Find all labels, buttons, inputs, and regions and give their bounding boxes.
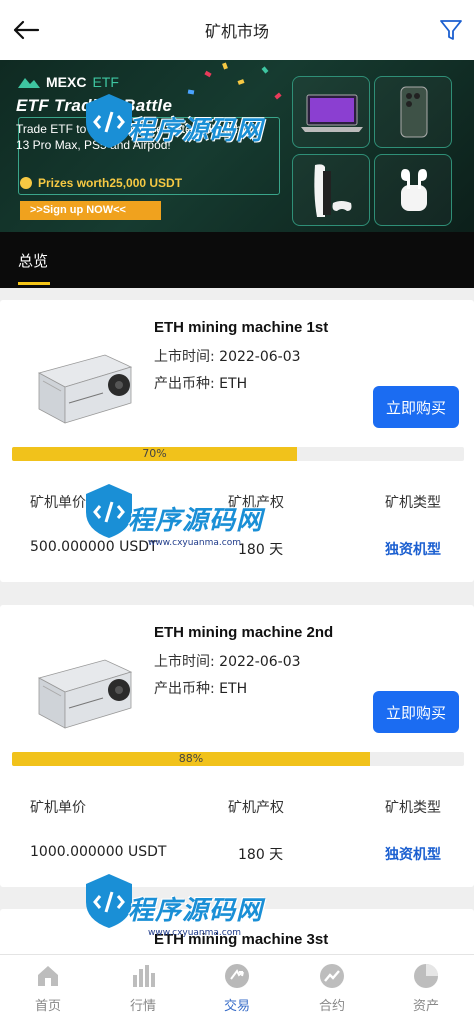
- output-coin-label: 产出币种:: [154, 681, 215, 697]
- ownership-value: 180 天: [238, 847, 284, 863]
- nav-trade-label: 交易: [223, 999, 250, 1014]
- earbuds-prize-tile: [374, 154, 452, 226]
- machine-card: ETH mining machine 1st 上市时间: 2022-06-03 …: [0, 300, 474, 582]
- laptop-prize-tile: [292, 76, 370, 148]
- contract-icon: [320, 964, 344, 988]
- back-arrow-icon[interactable]: [12, 18, 40, 42]
- type-label: 矿机类型: [385, 495, 441, 511]
- active-tab-indicator: [18, 282, 50, 285]
- buy-now-button[interactable]: 立即购买: [373, 386, 459, 428]
- nav-assets-label: 资产: [412, 999, 439, 1014]
- machine-name: ETH mining machine 1st: [154, 319, 329, 336]
- output-coin-row: 产出币种: ETH: [154, 678, 247, 698]
- machine-name: ETH mining machine 3st: [154, 931, 329, 948]
- nav-market[interactable]: 行情: [103, 963, 183, 1014]
- mexc-logo: MEXC ETF: [18, 74, 119, 90]
- phone-prize-tile: [374, 76, 452, 148]
- mining-machine-image: [37, 354, 133, 424]
- banner-prize: Prizes worth25,000 USDT: [20, 176, 182, 190]
- nav-contract-label: 合约: [318, 999, 345, 1014]
- banner-headline: ETF Trading Battle: [16, 96, 173, 115]
- output-coin-row: 产出币种: ETH: [154, 373, 247, 393]
- tab-overview[interactable]: 总览: [18, 250, 48, 271]
- promo-banner[interactable]: MEXC ETF ETF Trading Battle Trade ETF to…: [0, 60, 474, 232]
- mexc-mountain-icon: [18, 78, 40, 88]
- output-coin-value: ETH: [219, 681, 248, 697]
- type-label: 矿机类型: [385, 800, 441, 816]
- output-coin-label: 产出币种:: [154, 376, 215, 392]
- listed-time-label: 上市时间:: [154, 654, 215, 670]
- nav-home-label: 首页: [34, 999, 61, 1014]
- machine-card: ETH mining machine 2nd 上市时间: 2022-06-03 …: [0, 605, 474, 887]
- unit-price-value: 500.000000 USDT: [30, 539, 158, 555]
- prize-text: Prizes worth25,000 USDT: [38, 176, 183, 190]
- unit-price-label: 矿机单价: [30, 495, 86, 511]
- nav-contract[interactable]: 合约: [292, 963, 372, 1014]
- nav-assets[interactable]: 资产: [386, 963, 466, 1014]
- brand-suffix: ETF: [92, 74, 119, 90]
- bottom-navigation: 首页 行情 交易 合约 资产: [0, 954, 474, 1024]
- app-header: 矿机市场: [0, 0, 474, 60]
- listed-time-row: 上市时间: 2022-06-03: [154, 651, 301, 671]
- nav-home[interactable]: 首页: [8, 963, 88, 1014]
- phone-icon: [400, 86, 428, 138]
- listed-time-value: 2022-06-03: [219, 654, 301, 670]
- nav-trade[interactable]: 交易: [197, 963, 277, 1014]
- progress-bar: 88%: [12, 752, 464, 766]
- type-value: 独资机型: [385, 847, 441, 863]
- unit-price-label: 矿机单价: [30, 800, 86, 816]
- ownership-label: 矿机产权: [228, 800, 284, 816]
- console-icon: [314, 164, 352, 217]
- home-icon: [38, 966, 58, 986]
- pie-icon: [414, 964, 438, 988]
- banner-description: Trade ETF to win Hardware Notebook, iPho…: [16, 122, 262, 152]
- buy-now-button[interactable]: 立即购买: [373, 691, 459, 733]
- ownership-value: 180 天: [238, 542, 284, 558]
- listed-time-value: 2022-06-03: [219, 349, 301, 365]
- laptop-icon: [301, 94, 363, 132]
- machine-name: ETH mining machine 2nd: [154, 624, 334, 641]
- page-title: 矿机市场: [204, 22, 269, 41]
- listed-time-label: 上市时间:: [154, 349, 215, 365]
- coin-icon: [20, 177, 32, 189]
- console-prize-tile: [292, 154, 370, 226]
- ownership-label: 矿机产权: [228, 495, 284, 511]
- progress-percent: 88%: [178, 752, 204, 765]
- mining-machine-image: [37, 659, 133, 729]
- unit-price-value: 1000.000000 USDT: [30, 844, 167, 860]
- filter-icon[interactable]: [438, 17, 464, 43]
- output-coin-value: ETH: [219, 376, 248, 392]
- earbuds-icon: [401, 169, 427, 211]
- type-value: 独资机型: [385, 542, 441, 558]
- progress-bar: 70%: [12, 447, 464, 461]
- trade-icon: [225, 964, 249, 988]
- progress-percent: 70%: [142, 447, 167, 460]
- chart-bars-icon: [133, 965, 155, 987]
- signup-button[interactable]: >>Sign up NOW<<: [20, 201, 161, 220]
- category-tabs: 总览: [0, 232, 474, 288]
- nav-market-label: 行情: [129, 999, 156, 1014]
- brand-name: MEXC: [46, 74, 87, 90]
- listed-time-row: 上市时间: 2022-06-03: [154, 346, 301, 366]
